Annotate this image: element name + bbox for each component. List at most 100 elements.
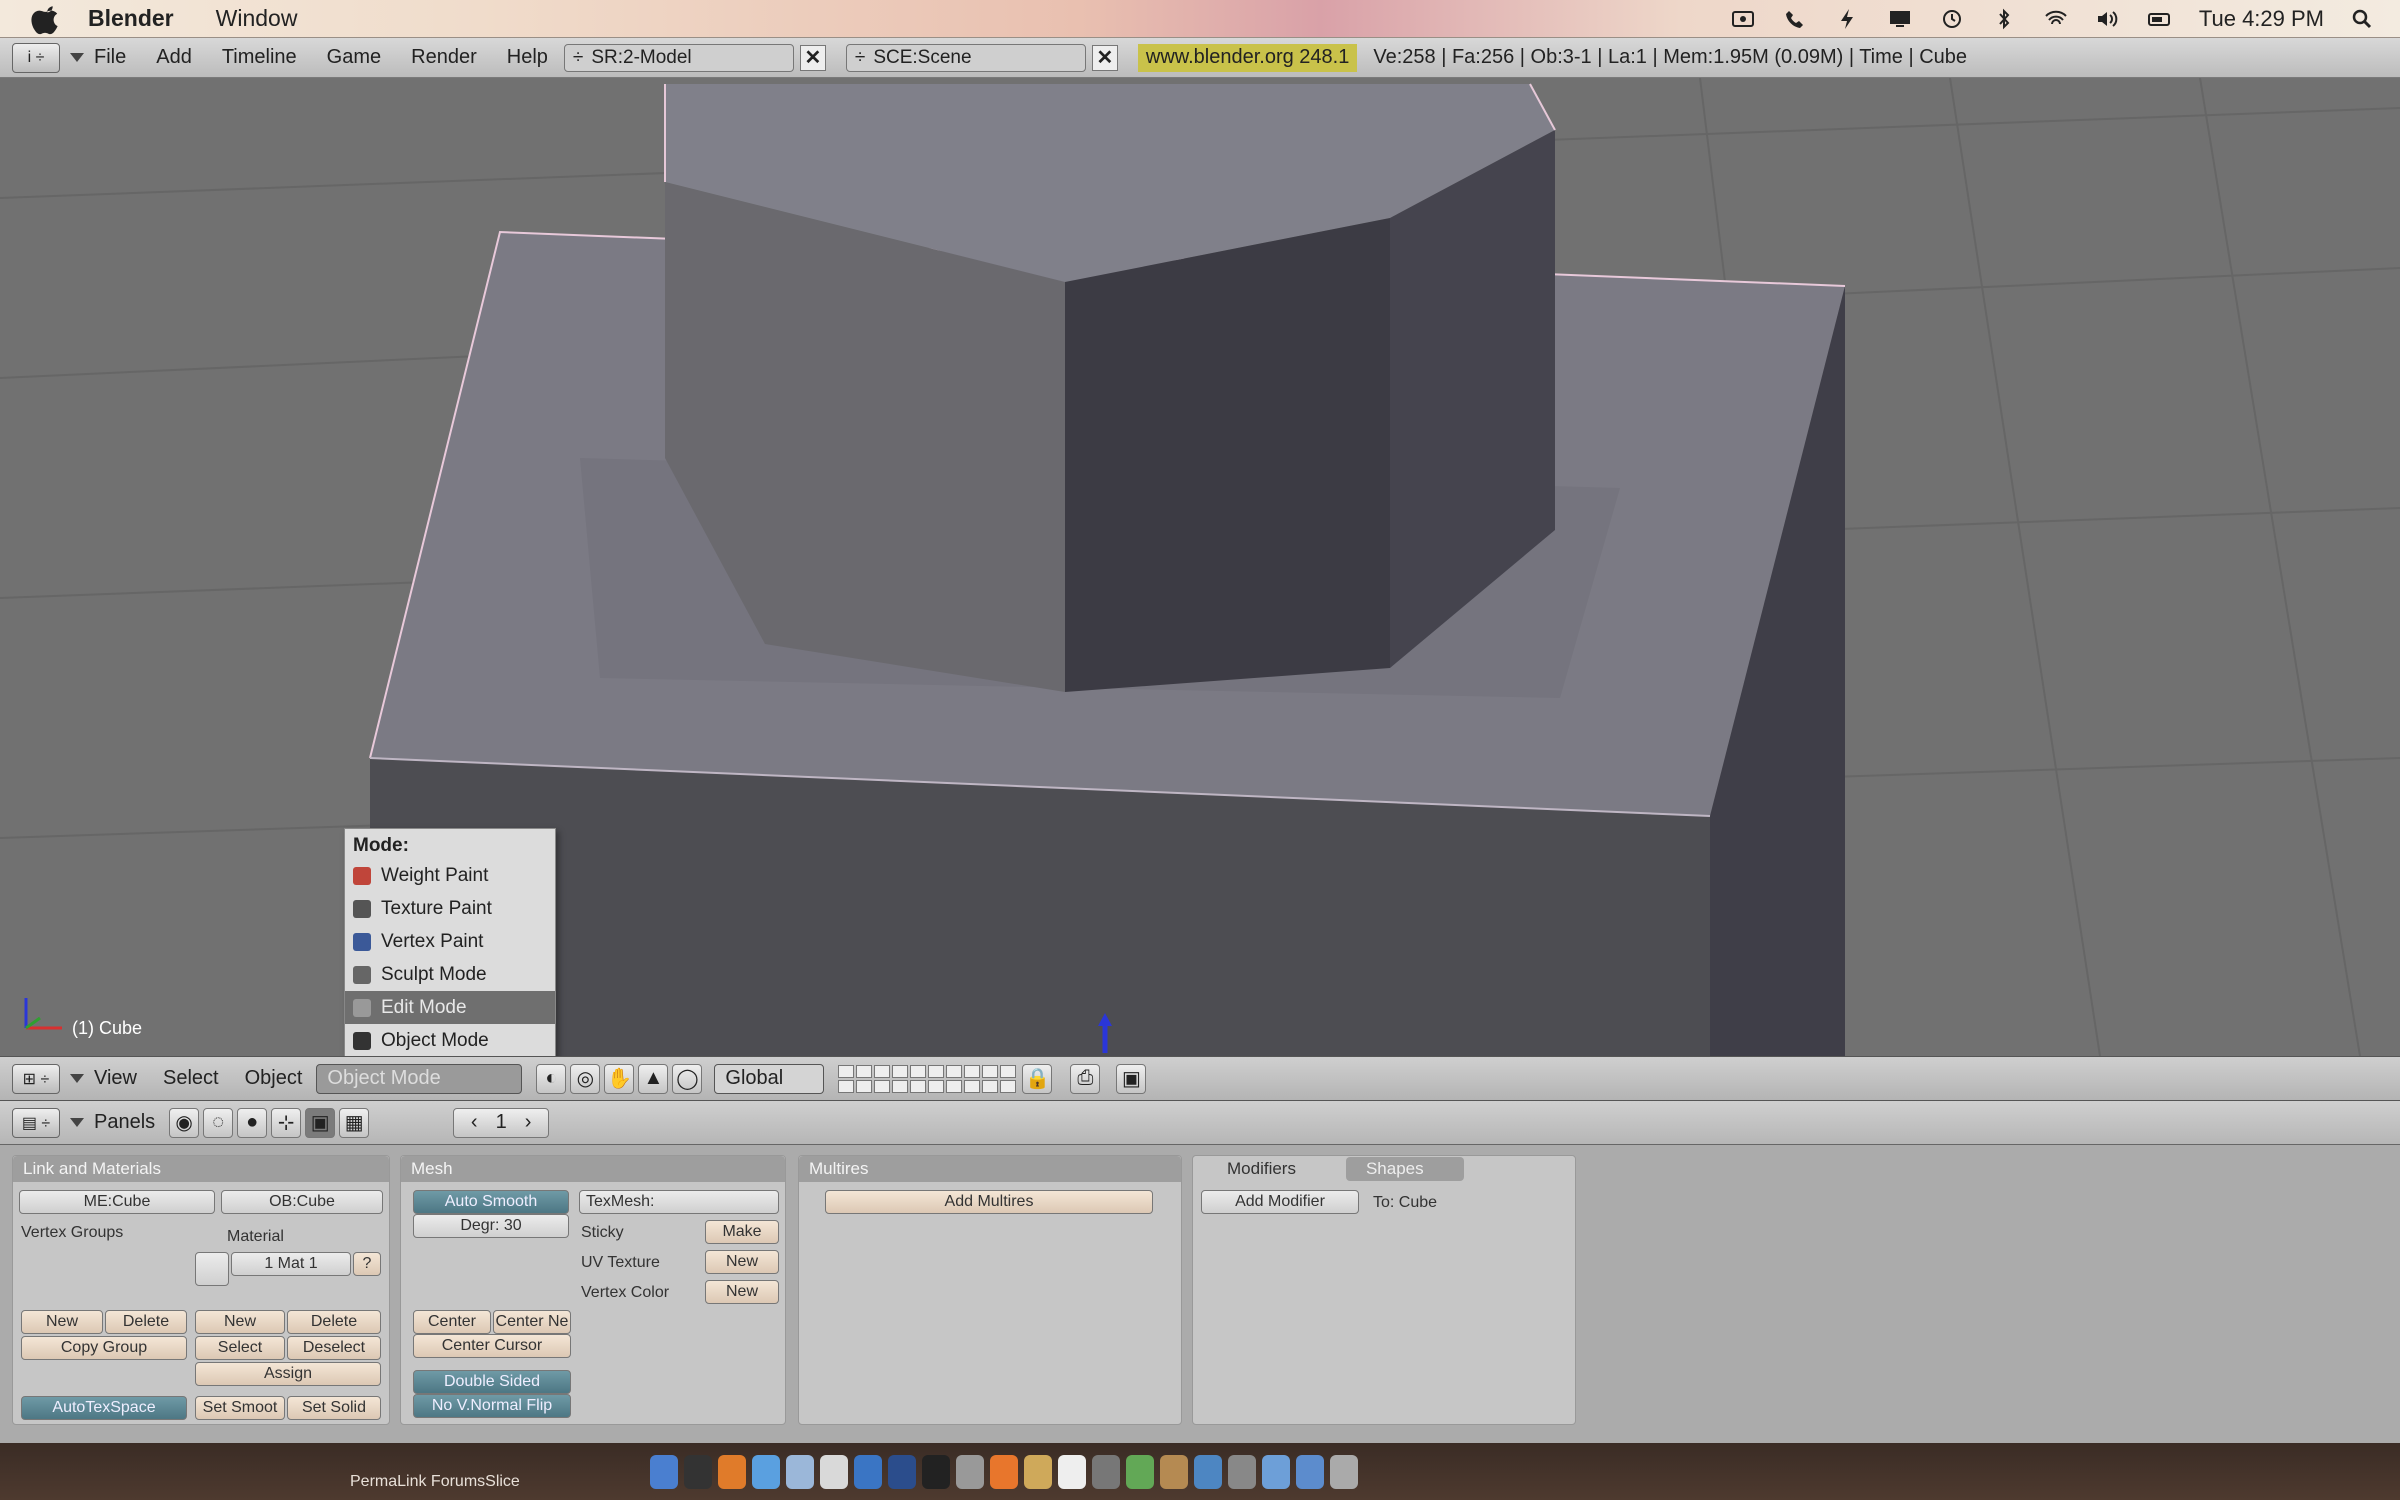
menu-view[interactable]: View bbox=[94, 1067, 137, 1090]
double-sided-toggle[interactable]: Double Sided bbox=[413, 1370, 571, 1394]
sticky-make-button[interactable]: Make bbox=[705, 1220, 779, 1244]
no-vnormal-flip-toggle[interactable]: No V.Normal Flip bbox=[413, 1394, 571, 1418]
firefox-icon[interactable] bbox=[718, 1455, 746, 1489]
collapse-menu-icon[interactable] bbox=[70, 53, 84, 62]
logic-context-button[interactable]: ◉ bbox=[169, 1107, 200, 1138]
ical-icon[interactable] bbox=[820, 1455, 848, 1489]
calculator-icon[interactable] bbox=[956, 1455, 984, 1489]
system-preferences-icon[interactable] bbox=[1092, 1455, 1120, 1489]
panels-label[interactable]: Panels bbox=[94, 1111, 155, 1134]
trash-icon[interactable] bbox=[1330, 1455, 1358, 1489]
vgroup-delete-button[interactable]: Delete bbox=[105, 1310, 187, 1334]
app-name[interactable]: Blender bbox=[88, 5, 174, 32]
blender-icon[interactable] bbox=[990, 1455, 1018, 1489]
add-multires-button[interactable]: Add Multires bbox=[825, 1190, 1153, 1214]
mail-icon[interactable] bbox=[786, 1455, 814, 1489]
safari-icon[interactable] bbox=[752, 1455, 780, 1489]
script-context-button[interactable]: ◌ bbox=[203, 1107, 234, 1138]
orientation-dropdown[interactable]: Global bbox=[714, 1063, 825, 1094]
phone-icon[interactable] bbox=[1783, 8, 1809, 30]
lock-layer-button[interactable]: 🔒 bbox=[1022, 1063, 1053, 1094]
frame-number-field[interactable]: ‹ 1 › bbox=[453, 1107, 550, 1138]
bolt-icon[interactable] bbox=[1835, 8, 1861, 30]
mesh-datablock-field[interactable]: ME:Cube bbox=[19, 1190, 215, 1214]
mode-item-weight-paint[interactable]: Weight Paint bbox=[345, 859, 555, 892]
app-store-icon[interactable] bbox=[1228, 1455, 1256, 1489]
preview-icon[interactable] bbox=[1024, 1455, 1052, 1489]
quicktime-icon[interactable] bbox=[1194, 1455, 1222, 1489]
center-new-button[interactable]: Center Ne bbox=[493, 1310, 571, 1334]
material-question-button[interactable]: ? bbox=[353, 1252, 381, 1276]
pivot-button[interactable]: ◎ bbox=[570, 1063, 601, 1094]
menu-render[interactable]: Render bbox=[411, 46, 477, 69]
scene-selector[interactable]: ÷ SCE:Scene bbox=[845, 43, 1086, 72]
scene-context-button[interactable]: ▦ bbox=[339, 1107, 370, 1138]
degr-field[interactable]: Degr: 30 bbox=[413, 1214, 569, 1238]
panel-header[interactable]: Link and Materials bbox=[13, 1156, 389, 1182]
mode-item-vertex-paint[interactable]: Vertex Paint bbox=[345, 925, 555, 958]
copy-group-button[interactable]: Copy Group bbox=[21, 1336, 187, 1360]
volume-icon[interactable] bbox=[2095, 8, 2121, 30]
extruded-prism[interactable] bbox=[664, 83, 1556, 692]
textedit-icon[interactable] bbox=[1058, 1455, 1086, 1489]
draw-type-button[interactable]: ◐ bbox=[536, 1063, 567, 1094]
downloads-icon[interactable] bbox=[1296, 1455, 1324, 1489]
panel-header[interactable]: Mesh bbox=[401, 1156, 785, 1182]
vertex-color-new-button[interactable]: New bbox=[705, 1280, 779, 1304]
mode-item-texture-paint[interactable]: Texture Paint bbox=[345, 892, 555, 925]
finder-icon[interactable] bbox=[650, 1455, 678, 1489]
mode-item-sculpt[interactable]: Sculpt Mode bbox=[345, 958, 555, 991]
collapse-menu-icon[interactable] bbox=[70, 1074, 84, 1083]
menu-window[interactable]: Window bbox=[216, 5, 298, 32]
material-select-button[interactable]: Select bbox=[195, 1336, 285, 1360]
texmesh-field[interactable]: TexMesh: bbox=[579, 1190, 779, 1214]
set-solid-button[interactable]: Set Solid bbox=[287, 1396, 381, 1420]
menu-object[interactable]: Object bbox=[245, 1067, 303, 1090]
menu-help[interactable]: Help bbox=[507, 46, 548, 69]
panel-header[interactable]: Multires bbox=[799, 1156, 1181, 1182]
menu-file[interactable]: File bbox=[94, 46, 126, 69]
mode-dropdown[interactable]: Object Mode bbox=[316, 1063, 523, 1094]
window-type-button[interactable]: i ÷ bbox=[12, 42, 60, 73]
spotlight-search-icon[interactable] bbox=[2350, 8, 2376, 30]
translate-button[interactable]: ▲ bbox=[638, 1063, 669, 1094]
shading-context-button[interactable]: ● bbox=[237, 1107, 268, 1138]
itunes-icon[interactable] bbox=[854, 1455, 882, 1489]
screen-record-icon[interactable] bbox=[1731, 8, 1757, 30]
tab-shapes[interactable]: Shapes bbox=[1345, 1157, 1464, 1181]
rotate-button[interactable]: ◯ bbox=[672, 1063, 703, 1094]
material-assign-button[interactable]: Assign bbox=[195, 1362, 381, 1386]
chat-icon[interactable] bbox=[1126, 1455, 1154, 1489]
website-link[interactable]: www.blender.org 248.1 bbox=[1137, 43, 1358, 72]
mode-item-object[interactable]: Object Mode bbox=[345, 1024, 555, 1057]
delete-screen-button[interactable]: ✕ bbox=[799, 44, 826, 71]
object-context-button[interactable]: ⊹ bbox=[271, 1107, 302, 1138]
bluetooth-icon[interactable] bbox=[1991, 8, 2017, 30]
display-icon[interactable] bbox=[1887, 8, 1913, 30]
window-type-button[interactable]: ⊞ ÷ bbox=[12, 1063, 60, 1094]
menu-game[interactable]: Game bbox=[327, 46, 381, 69]
vgroup-new-button[interactable]: New bbox=[21, 1310, 103, 1334]
mode-item-edit[interactable]: Edit Mode bbox=[345, 991, 555, 1024]
menu-add[interactable]: Add bbox=[156, 46, 192, 69]
photoshop-icon[interactable] bbox=[888, 1455, 916, 1489]
time-machine-icon[interactable] bbox=[1939, 8, 1965, 30]
ogl-render-button[interactable]: ⎙ bbox=[1070, 1063, 1101, 1094]
layer-buttons[interactable] bbox=[838, 1064, 1017, 1093]
menu-select[interactable]: Select bbox=[163, 1067, 219, 1090]
add-modifier-button[interactable]: Add Modifier bbox=[1201, 1190, 1359, 1214]
apple-icon[interactable] bbox=[30, 2, 64, 36]
material-color-swatch[interactable] bbox=[195, 1252, 229, 1286]
menubar-clock[interactable]: Tue 4:29 PM bbox=[2199, 6, 2324, 32]
object-name-field[interactable]: OB:Cube bbox=[221, 1190, 383, 1214]
manipulator-toggle[interactable]: ✋ bbox=[604, 1063, 635, 1094]
auto-smooth-toggle[interactable]: Auto Smooth bbox=[413, 1190, 569, 1214]
address-book-icon[interactable] bbox=[1160, 1455, 1188, 1489]
tab-modifiers[interactable]: Modifiers bbox=[1227, 1159, 1296, 1179]
material-new-button[interactable]: New bbox=[195, 1310, 285, 1334]
center-cursor-button[interactable]: Center Cursor bbox=[413, 1334, 571, 1358]
window-type-button[interactable]: ▤ ÷ bbox=[12, 1107, 60, 1138]
material-delete-button[interactable]: Delete bbox=[287, 1310, 381, 1334]
autotexspace-toggle[interactable]: AutoTexSpace bbox=[21, 1396, 187, 1420]
editing-context-button[interactable]: ▣ bbox=[305, 1107, 336, 1138]
